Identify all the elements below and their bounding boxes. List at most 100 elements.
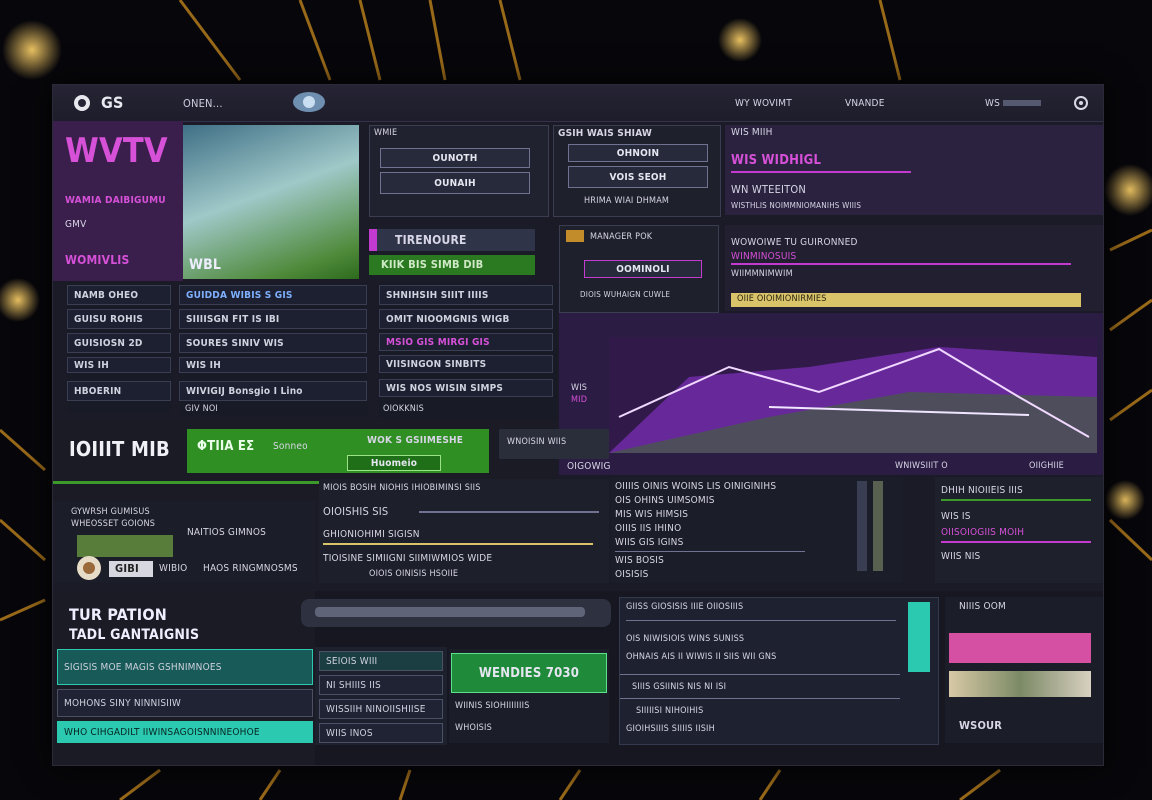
alert-line-3: WIIMMNIMWIM [731,269,793,279]
cta-sub-1: WIINIS SIOHIIIIIIIS [455,701,530,711]
hero-title: WVTV [65,131,168,171]
cta-button[interactable]: WENDIES 7030 [451,653,607,693]
list-left-item[interactable]: NAMB OHEO [67,285,171,305]
bottom-right-scrollbar[interactable] [908,602,930,672]
bottom-mid-field-2[interactable]: NI SHIIIS IIS [319,675,443,695]
chart-side-label-2: MID [571,395,588,405]
info-line-4: WISTHLIS NOIMMNIOMANIHS WIIIS [731,201,862,210]
tag-panel: TIRENOURE KIIK BIS SIMB DIB [369,225,535,281]
hero-subtitle-2: GMV [65,219,87,230]
list-right-item[interactable]: WIS NOS WISIN SIMPS [379,379,553,397]
feed-line-3: GHIONIOHIMI SIGISN [323,529,420,540]
list-right-item[interactable]: MSIO GIS MIRGI GIS [379,333,553,351]
mini-panel-sub: DIOIS WUHAIGN CUWLE [580,290,671,299]
login-field-1[interactable]: OUNOTH [380,148,530,168]
search-option-1[interactable]: OHNOIN [568,144,708,162]
info-line-2: WIS WIDHIGL [731,153,822,168]
list-mid-item[interactable]: GUIDDA WIBIS S GIS [179,285,367,305]
bottom-right-line-1: GIISS GIOSISIS IIIE OIIOSIIIS [626,602,744,612]
list-left-item[interactable]: WIS IH [67,357,171,373]
side-card: NIIIS OOM WSOUR [945,597,1103,743]
profile-line-2: WHEOSSET GOIONS [71,519,156,529]
mini-panel-button[interactable]: OOMINOLI [584,260,702,278]
list-left-item[interactable]: GUISU ROHIS [67,309,171,329]
volume-slider[interactable] [1003,100,1041,106]
bottom-mid-field-3[interactable]: WISSIIH NINOIISHIISE [319,699,443,719]
list-right-footer: OIOKKNIS [383,404,424,414]
list-left-item[interactable]: GUISIOSN 2D [67,333,171,353]
info-line-1: WIS MIIH [731,127,773,138]
hero-subtitle-1: WAMIA DAIBIGUMU [65,195,166,206]
side-card-title: NIIIS OOM [959,601,1006,612]
nav-item-1[interactable]: WY WOVIMT [735,98,792,109]
side-card-pink-block [949,633,1091,663]
dashboard-window: GS ONEN... WY WOVIMT VNANDE WS WVTV WAMI… [52,84,1104,766]
list-mid-item[interactable]: WIS IH [179,357,367,373]
globe-icon[interactable] [71,93,93,113]
bottom-mid-field-1[interactable]: SEIOIS WIII [319,651,443,671]
list-mid-item[interactable]: SOURES SINIV WIS [179,333,367,353]
chart-plot [609,337,1097,453]
feed-line-5: OIOIS OINISIS HSOIIE [369,569,459,579]
feed-line-2: OIOISHIS SIS [323,505,389,518]
bottom-left-row-1[interactable]: SIGISIS MOE MAGIS GSHNIMNOES [57,649,313,685]
profile-bottom: HAOS RINGMNOSMS [203,563,298,574]
bottom-right-panel: GIISS GIOSISIS IIIE OIIOSIIIS OIS NIWISI… [619,597,939,745]
list-right-item[interactable]: OMIT NIOOMGNIS WIGB [379,309,553,329]
bottom-left-row-2[interactable]: MOHONS SINY NINNISIIW [57,689,313,717]
app-logo: GS [101,93,124,112]
desc-line-4: OIIIS IIS IHINO [615,523,682,534]
chart-side-label-1: WIS [571,383,588,393]
alert-panel: WOWOIWE TU GUIRONNED WINMINOSUIS WIIMMNI… [725,225,1103,311]
hero-panel: WVTV WAMIA DAIBIGUMU GMV WOMIVLIS [53,121,183,281]
mini-panel-label: MANAGER POK [590,232,653,242]
description-panel: OIIIIS OINIS WOINS LIS OINIGINIHS OIS OH… [611,477,903,583]
banner-side-box: WNOISIN WIIS [499,429,609,459]
banner-green-text: WOK S GSIIMESHE [367,435,464,446]
search-footer-text: HRIMA WIAI DHMAM [584,196,670,206]
bottom-right-line-4: SIIIS GSIINIS NIS NI ISI [632,682,727,692]
desc-line-3: MIS WIS HIMSIS [615,509,689,520]
profile-avatar[interactable] [73,555,107,581]
stats-line-1: DHIH NIOIIEIS IIIS [941,485,1023,496]
bottom-left-panel: TUR PATION TADL GANTAIGNIS SIGISIS MOE M… [53,591,315,765]
mini-panel-icon [566,230,584,242]
side-card-footer: WSOUR [959,719,1003,732]
user-avatar-icon[interactable] [291,91,327,113]
list-mid-item[interactable]: WIVIGIJ Bonsgio I Lino [179,381,367,401]
list-right: SHNIHSIH SIIIT IIIIS OMIT NIOOMGNIS WIGB… [379,283,557,419]
chart-control-2[interactable]: OIIGHIIE [1029,461,1064,471]
list-left-item[interactable]: HBOERIN [67,381,171,401]
banner-green-button[interactable]: Huomeio [347,455,441,471]
profile-panel: GYWRSH GUMISUS WHEOSSET GOIONS GIBI WIBI… [53,501,315,583]
bottom-mid-field-4[interactable]: WIIS INOS [319,723,443,743]
bottom-mid-slider[interactable] [301,599,611,627]
search-panel-label: GSIH WAIS SHIAW [558,128,653,139]
feed-line-1: MIOIS BOSIH NIOHIS IHIOBIMINSI SIIS [323,483,481,493]
feed-panel: MIOIS BOSIH NIOHIS IHIOBIMINSI SIIS OIOI… [319,479,609,583]
tag-panel-title: TIRENOURE [395,233,467,247]
info-line-3: WN WTEEITON [731,183,807,196]
list-mid-item[interactable]: SIIIISGN FIT IS IBI [179,309,367,329]
desc-line-2: OIS OHINS UIMSOMIS [615,495,715,506]
login-panel-label: WMIE [374,128,398,138]
list-right-item[interactable]: SHNIHSIH SIIIT IIIIS [379,285,553,305]
banner-badge: ΦΤΙΙΑ ΕΣ [197,439,255,454]
settings-icon[interactable] [1073,95,1089,111]
nav-item-3[interactable]: WS [985,98,1000,109]
desc-line-1: OIIIIS OINIS WOINS LIS OINIGINIHS [615,481,777,492]
stats-line-2: WIS IS [941,511,971,522]
list-right-item[interactable]: VIISINGON SINBITS [379,355,553,373]
chart-control-1[interactable]: WNIWSIIIT O [895,461,948,471]
search-option-2[interactable]: VOIS SEOH [568,166,708,188]
banner-badge-sub: Sonneo [273,441,308,452]
hero-subtitle-3: WOMIVLIS [65,253,130,267]
bottom-left-row-3[interactable]: WHO CIHGADILT IIWINSAGOISNNINEOHOE [57,721,313,743]
bottom-mid-fields: SEIOIS WIII NI SHIIIS IIS WISSIIH NINOII… [315,647,447,745]
nav-item-2[interactable]: VNANDE [845,98,885,109]
login-field-2[interactable]: OUNAIH [380,172,530,194]
menu-label[interactable]: ONEN... [183,97,223,110]
bottom-right-line-5: SIIIIISI NIHOIHIS [636,706,704,716]
cta-panel: WENDIES 7030 WIINIS SIOHIIIIIIIS WHOISIS [449,649,609,743]
desc-line-7: OISISIS [615,569,649,580]
